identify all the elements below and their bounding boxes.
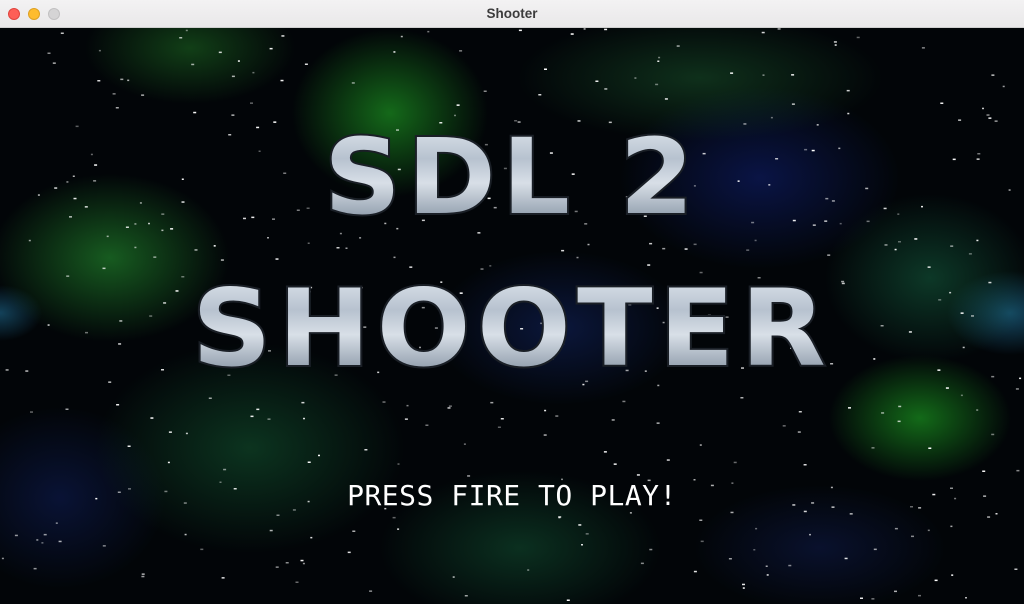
- press-fire-prompt: PRESS FIRE TO PLAY!: [347, 479, 677, 512]
- app-window: Shooter SDL 2 SHOOTER PRESS FIRE TO PLAY…: [0, 0, 1024, 604]
- logo-line-sdl2: SDL 2: [324, 116, 700, 238]
- window-titlebar[interactable]: Shooter: [0, 0, 1024, 28]
- game-logo: SDL 2 SHOOTER: [190, 114, 832, 392]
- logo-line-shooter: SHOOTER: [192, 267, 832, 390]
- window-title: Shooter: [486, 6, 538, 21]
- game-canvas[interactable]: SDL 2 SHOOTER PRESS FIRE TO PLAY!: [0, 28, 1024, 604]
